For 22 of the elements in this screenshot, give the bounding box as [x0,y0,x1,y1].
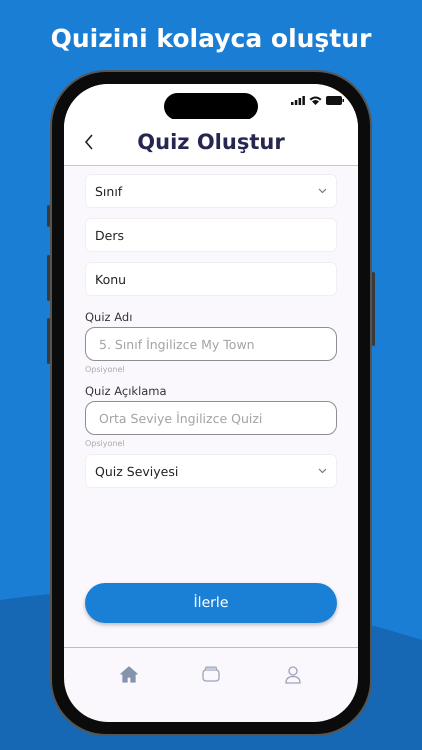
field-label: Quiz Açıklama [85,384,168,398]
headline: Quizini kolayca oluştur [50,23,372,55]
box-icon[interactable] [202,666,220,682]
person-icon[interactable] [285,666,301,684]
dropdown[interactable]: Sınıf [85,174,337,208]
back-icon[interactable] [84,134,94,150]
input-field[interactable]: 5. Sınıf İngilizce My Town [85,327,337,361]
field-hint: Opsiyonel [85,439,126,448]
field-hint: Opsiyonel [85,365,126,374]
input-field[interactable]: Ders [85,218,337,252]
caret-icon [318,188,327,194]
field-label: Quiz Adı [85,310,134,324]
signal-icon [291,96,305,105]
screen-title: Quiz Oluştur [136,130,286,154]
next-button[interactable]: İlerle [85,583,337,623]
wifi-icon [309,96,322,105]
home-icon[interactable] [120,666,138,683]
dropdown[interactable]: Quiz Seviyesi [85,454,337,488]
caret-icon [318,468,327,474]
input-field[interactable]: Konu [85,262,337,296]
battery-icon [326,96,344,105]
input-field[interactable]: Orta Seviye İngilizce Quizi [85,401,337,435]
